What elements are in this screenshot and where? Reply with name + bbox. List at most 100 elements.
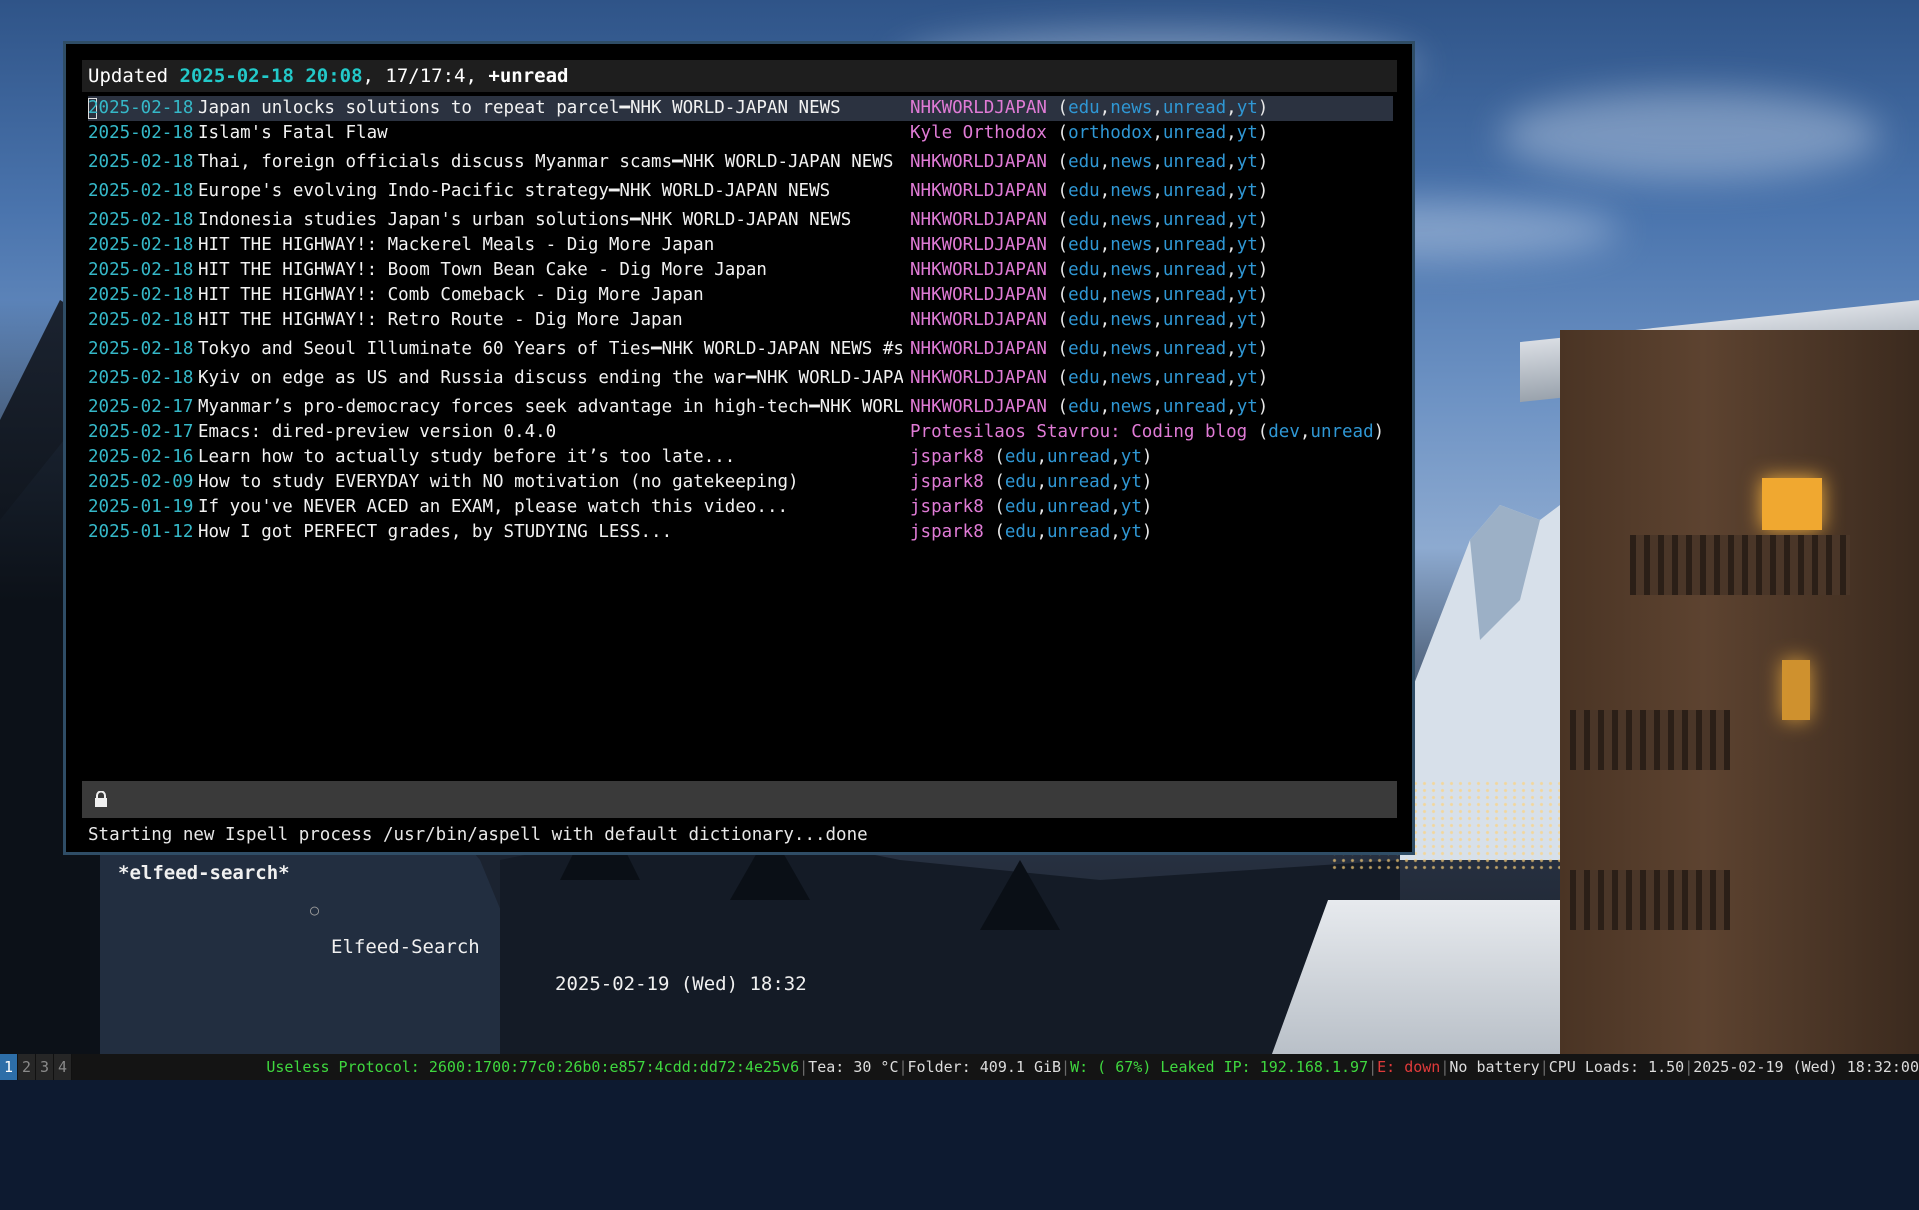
entry-row[interactable]: 2025-02-18 HIT THE HIGHWAY!: Comb Comebac… xyxy=(88,283,1393,308)
entry-feed: NHKWORLDJAPAN xyxy=(910,397,1047,417)
entry-tag: unread xyxy=(1162,235,1227,255)
entry-tag: unread xyxy=(1047,497,1111,517)
status-protocol: Useless Protocol: 2600:1700:77c0:26b0:e8… xyxy=(266,1058,800,1076)
entry-feed: jspark8 xyxy=(910,447,984,467)
modeline-time: 2025-02-19 (Wed) 18:32 xyxy=(555,973,807,995)
entry-title[interactable]: Indonesia studies Japan's urban solution… xyxy=(198,208,903,233)
status-battery: No battery xyxy=(1449,1058,1540,1076)
entry-row[interactable]: 2025-02-18 Kyiv on edge as US and Russia … xyxy=(88,366,1393,391)
workspace-3[interactable]: 3 xyxy=(36,1054,54,1080)
entry-date: 2025-02-17 xyxy=(88,397,194,417)
entry-tag: yt xyxy=(1236,339,1258,359)
entry-tag: news xyxy=(1110,260,1153,280)
status-segments: Useless Protocol: 2600:1700:77c0:26b0:e8… xyxy=(266,1058,1919,1076)
entry-tag: yt xyxy=(1236,368,1258,388)
entry-tag: news xyxy=(1110,310,1153,330)
entry-title[interactable]: HIT THE HIGHWAY!: Mackerel Meals - Dig M… xyxy=(198,233,903,258)
entry-tag: unread xyxy=(1162,210,1227,230)
entry-title[interactable]: How to study EVERYDAY with NO motivation… xyxy=(198,470,903,495)
modified-indicator-icon: ○ xyxy=(310,901,320,919)
entry-title[interactable]: HIT THE HIGHWAY!: Comb Comeback - Dig Mo… xyxy=(198,283,903,308)
entry-tag: news xyxy=(1110,210,1153,230)
entry-tag: yt xyxy=(1236,152,1258,172)
entry-tag: unread xyxy=(1162,285,1227,305)
entry-row[interactable]: 2025-02-09 How to study EVERYDAY with NO … xyxy=(88,470,1393,495)
entry-title[interactable]: Emacs: dired-preview version 0.4.0 xyxy=(198,420,903,445)
header-filter: +unread xyxy=(488,65,569,87)
emacs-window[interactable]: Updated 2025-02-18 20:08, 17/17:4, +unre… xyxy=(63,41,1415,995)
workspace-2[interactable]: 2 xyxy=(18,1054,36,1080)
entry-tag: edu xyxy=(1068,310,1100,330)
entry-title[interactable]: Learn how to actually study before it’s … xyxy=(198,445,903,470)
entry-tag: news xyxy=(1110,235,1153,255)
entry-title[interactable]: Myanmar’s pro-democracy forces seek adva… xyxy=(198,395,903,420)
entry-tag: unread xyxy=(1162,339,1227,359)
entry-title[interactable]: Europe's evolving Indo-Pacific strategy━… xyxy=(198,179,903,204)
entry-feed: Kyle Orthodox xyxy=(910,123,1047,143)
entry-tag: news xyxy=(1110,368,1153,388)
entry-tag: edu xyxy=(1068,285,1100,305)
entry-title[interactable]: HIT THE HIGHWAY!: Boom Town Bean Cake - … xyxy=(198,258,903,283)
entry-row[interactable]: 2025-02-18 Japan unlocks solutions to rep… xyxy=(88,96,1393,121)
status-cpu: CPU Loads: 1.50 xyxy=(1548,1058,1685,1076)
entry-date: 2025-02-09 xyxy=(88,472,194,492)
entry-tag: news xyxy=(1110,98,1153,118)
entry-date: 2025-01-19 xyxy=(88,497,194,517)
entry-tag: yt xyxy=(1236,98,1258,118)
entry-tag: yt xyxy=(1236,285,1258,305)
entry-row[interactable]: 2025-01-12 How I got PERFECT grades, by S… xyxy=(88,520,1393,545)
entry-tag: yt xyxy=(1236,235,1258,255)
entry-tag: unread xyxy=(1162,310,1227,330)
entry-tag: unread xyxy=(1047,472,1111,492)
entry-row[interactable]: 2025-02-18 Thai, foreign officials discus… xyxy=(88,150,1393,175)
entry-title[interactable]: Islam's Fatal Flaw xyxy=(198,121,903,146)
entry-row[interactable]: 2025-02-18 Europe's evolving Indo-Pacific… xyxy=(88,179,1393,204)
entry-row[interactable]: 2025-02-18 Indonesia studies Japan's urba… xyxy=(88,208,1393,233)
entry-title[interactable]: Kyiv on edge as US and Russia discuss en… xyxy=(198,366,903,391)
entry-row[interactable]: 2025-02-18 Islam's Fatal Flaw Kyle Orthodo… xyxy=(88,121,1393,146)
entry-tag: unread xyxy=(1162,98,1227,118)
entry-date: 2025-02-18 xyxy=(88,181,194,201)
major-mode: Elfeed-Search xyxy=(331,936,480,958)
entry-row[interactable]: 2025-02-17 Myanmar’s pro-democracy forces… xyxy=(88,395,1393,420)
entry-row[interactable]: 2025-02-18 Tokyo and Seoul Illuminate 60 … xyxy=(88,337,1393,362)
entry-row[interactable]: 2025-01-19 If you've NEVER ACED an EXAM, … xyxy=(88,495,1393,520)
entry-row[interactable]: 2025-02-18 HIT THE HIGHWAY!: Retro Route … xyxy=(88,308,1393,333)
entry-date: 2025-02-17 xyxy=(88,422,194,442)
entry-title[interactable]: Tokyo and Seoul Illuminate 60 Years of T… xyxy=(198,337,903,362)
elfeed-header-line: Updated 2025-02-18 20:08, 17/17:4, +unre… xyxy=(82,60,1397,92)
entry-tag: orthodox xyxy=(1068,123,1153,143)
entry-feed: NHKWORLDJAPAN xyxy=(910,98,1047,118)
header-prefix: Updated xyxy=(88,65,180,87)
entry-tag: unread xyxy=(1047,522,1111,542)
header-updated-date: 2025-02-18 20:08 xyxy=(179,65,363,87)
entry-row[interactable]: 2025-02-18 HIT THE HIGHWAY!: Boom Town Be… xyxy=(88,258,1393,283)
entry-title[interactable]: HIT THE HIGHWAY!: Retro Route - Dig More… xyxy=(198,308,903,333)
entry-title[interactable]: Thai, foreign officials discuss Myanmar … xyxy=(198,150,903,175)
lock-icon xyxy=(95,791,107,807)
entry-row[interactable]: 2025-02-18 HIT THE HIGHWAY!: Mackerel Mea… xyxy=(88,233,1393,258)
entry-row[interactable]: 2025-02-17 Emacs: dired-preview version 0… xyxy=(88,420,1393,445)
entry-tag: edu xyxy=(1068,181,1100,201)
entry-row[interactable]: 2025-02-16 Learn how to actually study be… xyxy=(88,445,1393,470)
status-wifi: W: ( 67%) Leaked IP: 192.168.1.97 xyxy=(1070,1058,1369,1076)
entry-title[interactable]: Japan unlocks solutions to repeat parcel… xyxy=(198,96,903,121)
entry-feed: jspark8 xyxy=(910,497,984,517)
entry-tag: unread xyxy=(1047,447,1111,467)
entry-title[interactable]: How I got PERFECT grades, by STUDYING LE… xyxy=(198,520,903,545)
entry-tag: edu xyxy=(1068,152,1100,172)
entry-tag: unread xyxy=(1162,397,1227,417)
entry-tag: yt xyxy=(1120,497,1142,517)
entry-date: 2025-02-18 xyxy=(88,368,194,388)
workspace-1[interactable]: 1 xyxy=(0,1054,18,1080)
entry-tag: yt xyxy=(1120,472,1142,492)
workspace-4[interactable]: 4 xyxy=(54,1054,72,1080)
entry-tag: edu xyxy=(1004,497,1037,517)
entry-tag: edu xyxy=(1068,210,1100,230)
entry-tag: news xyxy=(1110,152,1153,172)
entry-feed: Protesilaos Stavrou: Coding blog xyxy=(910,422,1248,442)
entry-title[interactable]: If you've NEVER ACED an EXAM, please wat… xyxy=(198,495,903,520)
entry-tag: dev xyxy=(1268,422,1300,442)
status-clock: 2025-02-19 (Wed) 18:32:00 xyxy=(1693,1058,1919,1076)
status-tea: Tea: 30 °C xyxy=(808,1058,899,1076)
